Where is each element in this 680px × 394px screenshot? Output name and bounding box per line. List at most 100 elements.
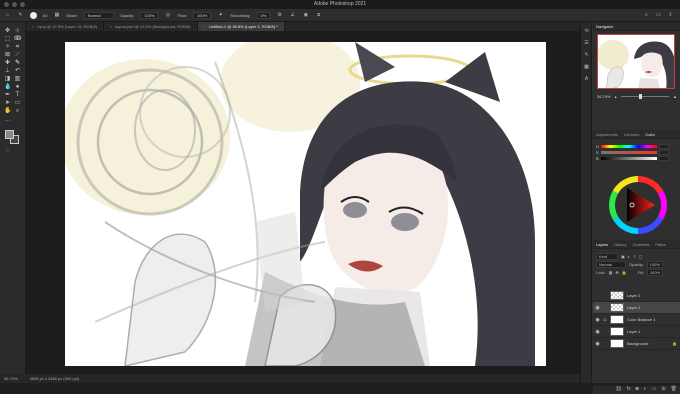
add-mask-icon[interactable]: ◙: [636, 386, 639, 394]
healing-tool-icon[interactable]: ✚: [4, 60, 11, 67]
brush-tool-icon[interactable]: ✎: [17, 12, 24, 19]
symmetry-icon[interactable]: ⧖: [315, 12, 322, 19]
tab-layers[interactable]: Layers: [596, 242, 608, 247]
tab-history[interactable]: History: [614, 242, 626, 247]
airbrush-icon[interactable]: ✦: [217, 12, 224, 19]
search-icon[interactable]: ⌕: [643, 12, 650, 19]
gradient-tool-icon[interactable]: ▥: [14, 76, 21, 83]
layer-row[interactable]: Layer 2: [593, 290, 680, 302]
blur-tool-icon[interactable]: 💧: [4, 84, 11, 91]
eye-icon[interactable]: ◉: [595, 305, 600, 311]
layer-opacity-field[interactable]: 100%: [646, 260, 663, 268]
pen-tool-icon[interactable]: ✒: [4, 92, 11, 99]
foreground-color-swatch[interactable]: [5, 130, 14, 139]
new-layer-icon[interactable]: ⊞: [661, 386, 665, 394]
dodge-tool-icon[interactable]: ●: [14, 84, 21, 91]
crop-tool-icon[interactable]: ⌗: [14, 44, 21, 51]
opacity-field[interactable]: 100%: [140, 11, 159, 19]
angle-icon[interactable]: ∠: [289, 12, 296, 19]
filter-shape-icon[interactable]: ▢: [639, 254, 643, 259]
layer-filter-select[interactable]: Kind: [596, 252, 618, 260]
zoom-in-icon[interactable]: ▲: [673, 94, 677, 99]
stamp-tool-icon[interactable]: ⊥: [4, 68, 11, 75]
tab-layout[interactable]: × layout.psd @ 12.5% (Background, RGB/8): [104, 22, 198, 31]
hue-slider[interactable]: [600, 144, 657, 148]
blend-mode-select[interactable]: Normal: [596, 260, 626, 268]
share-icon[interactable]: ⇪: [667, 12, 674, 19]
lasso-tool-icon[interactable]: ↂ: [14, 36, 21, 43]
mode-select[interactable]: Normal: [83, 11, 114, 19]
pressure-size-icon[interactable]: ◉: [302, 12, 309, 19]
filter-type-icon[interactable]: T: [633, 254, 635, 259]
tab-paths[interactable]: Paths: [655, 242, 665, 247]
pressure-opacity-icon[interactable]: ◎: [164, 12, 171, 19]
smoothing-settings-icon[interactable]: ⚙: [276, 12, 283, 19]
lock-all-icon[interactable]: 🔒: [622, 270, 627, 275]
new-group-icon[interactable]: ▭: [652, 386, 657, 394]
layer-row[interactable]: ◉ Layer 1: [593, 326, 680, 338]
filter-pixel-icon[interactable]: ▣: [621, 254, 625, 259]
brush-preset-picker[interactable]: [30, 11, 37, 19]
tab-navigator[interactable]: Navigator: [596, 24, 613, 29]
layer-row[interactable]: ◉ ⚖ Color Balance 1: [593, 314, 680, 326]
brushes-panel-icon[interactable]: ✎: [583, 52, 590, 59]
close-tab-icon[interactable]: ×: [110, 24, 112, 29]
document-canvas[interactable]: [65, 42, 546, 366]
link-layers-icon[interactable]: ⛓: [615, 386, 621, 394]
smoothing-field[interactable]: 0%: [256, 11, 271, 19]
brush-settings-icon[interactable]: ▦: [53, 12, 60, 19]
frame-tool-icon[interactable]: ⊠: [4, 52, 11, 59]
brush-tool-active-icon[interactable]: ✎: [14, 60, 21, 67]
color-wheel[interactable]: [609, 176, 667, 234]
canvas-workspace[interactable]: [26, 31, 580, 374]
path-select-tool-icon[interactable]: ➤: [4, 100, 11, 107]
workspace-icon[interactable]: ▭: [655, 12, 662, 19]
quick-select-tool-icon[interactable]: ✧: [4, 44, 11, 51]
lock-position-icon[interactable]: ✥: [615, 270, 618, 275]
new-adjustment-icon[interactable]: ◐: [644, 386, 647, 394]
artboard-tool-icon[interactable]: ⊹: [14, 28, 21, 35]
character-panel-icon[interactable]: A: [583, 76, 590, 83]
layer-row[interactable]: ◉ Background 🔒: [593, 338, 680, 350]
close-tab-icon[interactable]: ×: [204, 24, 206, 29]
flow-field[interactable]: 100%: [193, 11, 212, 19]
eye-icon[interactable]: ◉: [595, 329, 600, 335]
history-brush-tool-icon[interactable]: ↶: [14, 68, 21, 75]
quick-mask-icon[interactable]: ◌: [4, 148, 11, 155]
swatches-panel-icon[interactable]: ▦: [583, 64, 590, 71]
navigator-zoom-slider[interactable]: [620, 93, 670, 99]
type-tool-icon[interactable]: T: [14, 92, 21, 99]
tab-color[interactable]: Color: [645, 132, 655, 137]
tab-untitled-1[interactable]: × Untitled-1 @ 36.8% (Layer 3, RGB/8) *: [197, 22, 285, 31]
shape-tool-icon[interactable]: ▭: [14, 100, 21, 107]
status-zoom[interactable]: 36.79%: [4, 376, 18, 381]
slider-knob[interactable]: [639, 93, 642, 99]
layer-fill-field[interactable]: 100%: [646, 268, 664, 276]
hand-tool-icon[interactable]: ✋: [4, 108, 11, 115]
close-tab-icon[interactable]: ×: [32, 24, 34, 29]
eraser-tool-icon[interactable]: ◨: [4, 76, 11, 83]
more-tools-icon[interactable]: ···: [4, 118, 11, 125]
tab-adjustments[interactable]: Adjustments: [596, 132, 618, 137]
navigator-zoom-value[interactable]: 36.79%: [597, 94, 611, 99]
filter-adjust-icon[interactable]: ◐: [628, 254, 630, 259]
lock-pixels-icon[interactable]: ▦: [609, 270, 613, 275]
history-panel-icon[interactable]: ⟲: [583, 28, 590, 35]
properties-panel-icon[interactable]: ☰: [583, 40, 590, 47]
tab-channels[interactable]: Channels: [632, 242, 649, 247]
brightness-value[interactable]: [658, 155, 669, 161]
hue-value[interactable]: [658, 143, 669, 149]
home-icon[interactable]: ⌂: [4, 12, 11, 19]
navigator-thumbnail[interactable]: [597, 34, 675, 89]
tab-libraries[interactable]: Libraries: [624, 132, 639, 137]
move-tool-icon[interactable]: ✥: [4, 28, 11, 35]
delete-layer-icon[interactable]: 🗑: [671, 386, 677, 394]
layer-style-icon[interactable]: fx: [627, 386, 631, 394]
zoom-out-icon[interactable]: ▴: [615, 94, 617, 99]
eye-icon[interactable]: ◉: [595, 341, 600, 347]
tab-lynd[interactable]: × Lynd @ 12.5% (Layer 15, RGB/8): [26, 22, 105, 31]
marquee-tool-icon[interactable]: ⬚: [4, 36, 11, 43]
saturation-slider[interactable]: [600, 150, 657, 154]
zoom-tool-icon[interactable]: ⌕: [14, 108, 21, 115]
eye-icon[interactable]: ◉: [595, 317, 600, 323]
